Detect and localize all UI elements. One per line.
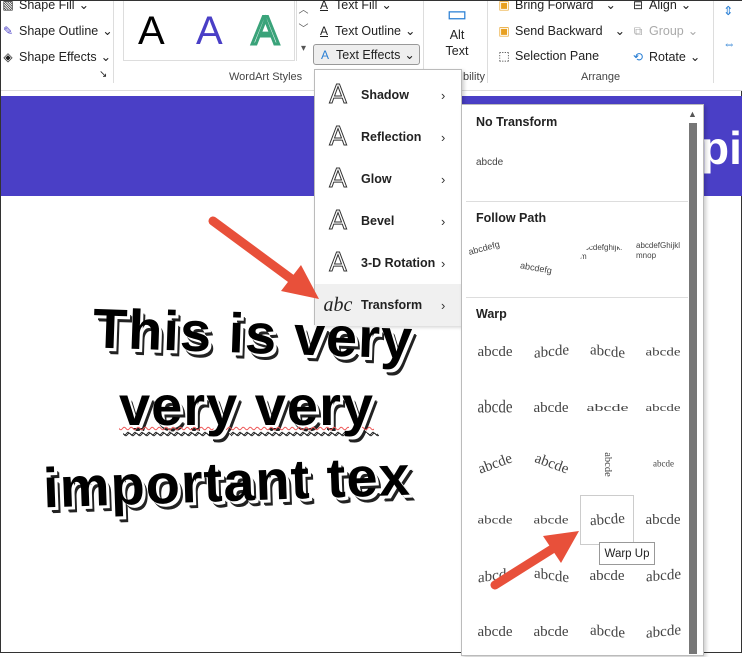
annotation-arrows	[208, 216, 579, 590]
red-arrow-to-warp-up	[490, 531, 579, 590]
red-arrow-to-transform	[208, 216, 319, 299]
